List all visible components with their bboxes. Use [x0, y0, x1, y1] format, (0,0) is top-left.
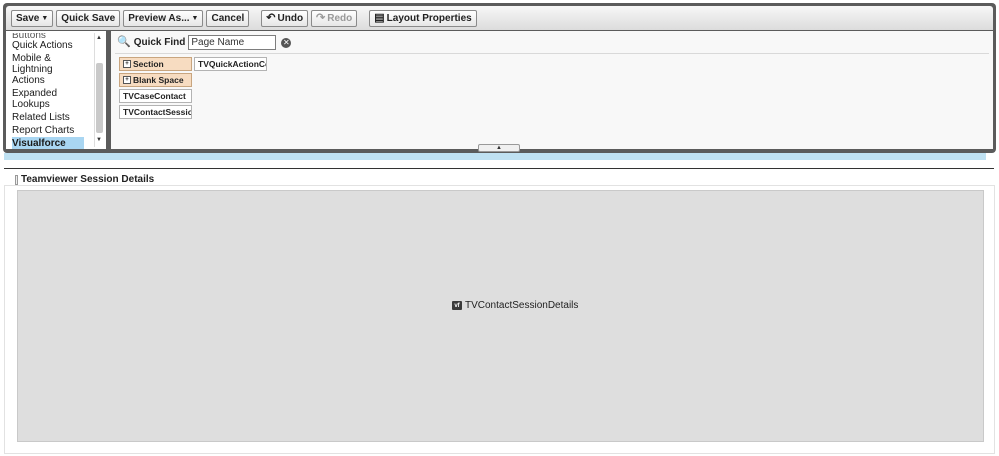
palette-item-label: Section [133, 59, 164, 69]
search-icon: 🔍 [117, 36, 131, 48]
category-item-report-charts[interactable]: Report Charts [12, 124, 84, 137]
scrollbar-thumb[interactable] [96, 63, 103, 133]
cancel-button[interactable]: Cancel [206, 9, 250, 27]
redo-button[interactable]: ↷ Redo [311, 9, 358, 27]
palette-item-blank-space[interactable]: + Blank Space [119, 73, 192, 87]
clear-icon[interactable]: ✕ [281, 37, 292, 48]
palette-field-area: 🔍 Quick Find ✕ + Section TVQuickActionCo… [111, 31, 993, 149]
cancel-label: Cancel [211, 12, 245, 24]
document-icon: ▤ [374, 11, 385, 24]
category-item-visualforce-pages[interactable]: Visualforce Pages [12, 137, 84, 149]
quick-find: 🔍 Quick Find ✕ [117, 35, 292, 50]
save-button[interactable]: Save ▼ [11, 9, 54, 27]
category-item-quick-actions[interactable]: Quick Actions [12, 39, 84, 52]
dropdown-caret-icon: ▼ [191, 14, 199, 22]
quick-save-button[interactable]: Quick Save [56, 9, 121, 27]
section-title: Teamviewer Session Details [21, 174, 155, 185]
canvas-top-rule [4, 168, 994, 169]
palette-item-label: TVContactSessionD... [123, 107, 192, 117]
layout-properties-label: Layout Properties [386, 12, 472, 24]
category-item-mobile-lightning-actions[interactable]: Mobile & Lightning Actions [12, 52, 84, 87]
layout-editor-panel: Save ▼ Quick Save Preview As... ▼ Cancel… [3, 3, 996, 153]
undo-icon: ↶ [266, 11, 276, 24]
undo-label: Undo [277, 12, 304, 24]
chevron-up-icon: ▲ [496, 145, 502, 151]
visualforce-page-label[interactable]: vf TVContactSessionDetails [452, 300, 578, 311]
save-label: Save [16, 12, 40, 24]
collapse-palette-handle[interactable]: ▲ [478, 144, 520, 152]
palette-item-label: TVQuickActionContact [198, 59, 266, 69]
palette-item-section[interactable]: + Section [119, 57, 192, 71]
redo-icon: ↷ [316, 11, 326, 24]
divider [115, 53, 989, 54]
scroll-down-icon[interactable]: ▼ [96, 137, 102, 143]
visualforce-page-component[interactable] [17, 190, 984, 442]
section-icon: + [123, 60, 131, 68]
quick-find-label: Quick Find [133, 37, 186, 48]
undo-button[interactable]: ↶ Undo [261, 9, 309, 27]
category-item-expanded-lookups[interactable]: Expanded Lookups [12, 87, 84, 111]
palette-item-tvquickactioncontact[interactable]: TVQuickActionContact [194, 57, 267, 71]
palette-bottom-band [4, 153, 986, 160]
section-header[interactable]: Teamviewer Session Details [15, 174, 154, 185]
drag-handle-icon[interactable] [15, 174, 18, 185]
palette-category-list: Buttons Quick Actions Mobile & Lightning… [6, 31, 106, 149]
quick-find-input[interactable] [188, 35, 277, 50]
dropdown-caret-icon: ▼ [41, 14, 49, 22]
quick-save-label: Quick Save [61, 12, 116, 24]
palette-item-label: Blank Space [133, 75, 184, 85]
redo-label: Redo [327, 12, 353, 24]
visualforce-page-name: TVContactSessionDetails [465, 300, 579, 311]
category-item-related-lists[interactable]: Related Lists [12, 111, 84, 124]
blank-space-icon: + [123, 76, 131, 84]
preview-as-label: Preview As... [128, 12, 190, 24]
category-scrollbar[interactable]: ▲ ▼ [94, 33, 103, 147]
palette-item-label: TVCaseContact [123, 91, 186, 101]
palette-item-tvcontactsession[interactable]: TVContactSessionD... [119, 105, 192, 119]
visualforce-icon: vf [452, 301, 462, 310]
scroll-up-icon[interactable]: ▲ [96, 35, 102, 41]
layout-properties-button[interactable]: ▤ Layout Properties [369, 9, 477, 27]
preview-as-button[interactable]: Preview As... ▼ [123, 9, 204, 27]
palette-item-tvcasecontact[interactable]: TVCaseContact [119, 89, 192, 103]
editor-toolbar: Save ▼ Quick Save Preview As... ▼ Cancel… [6, 6, 993, 30]
